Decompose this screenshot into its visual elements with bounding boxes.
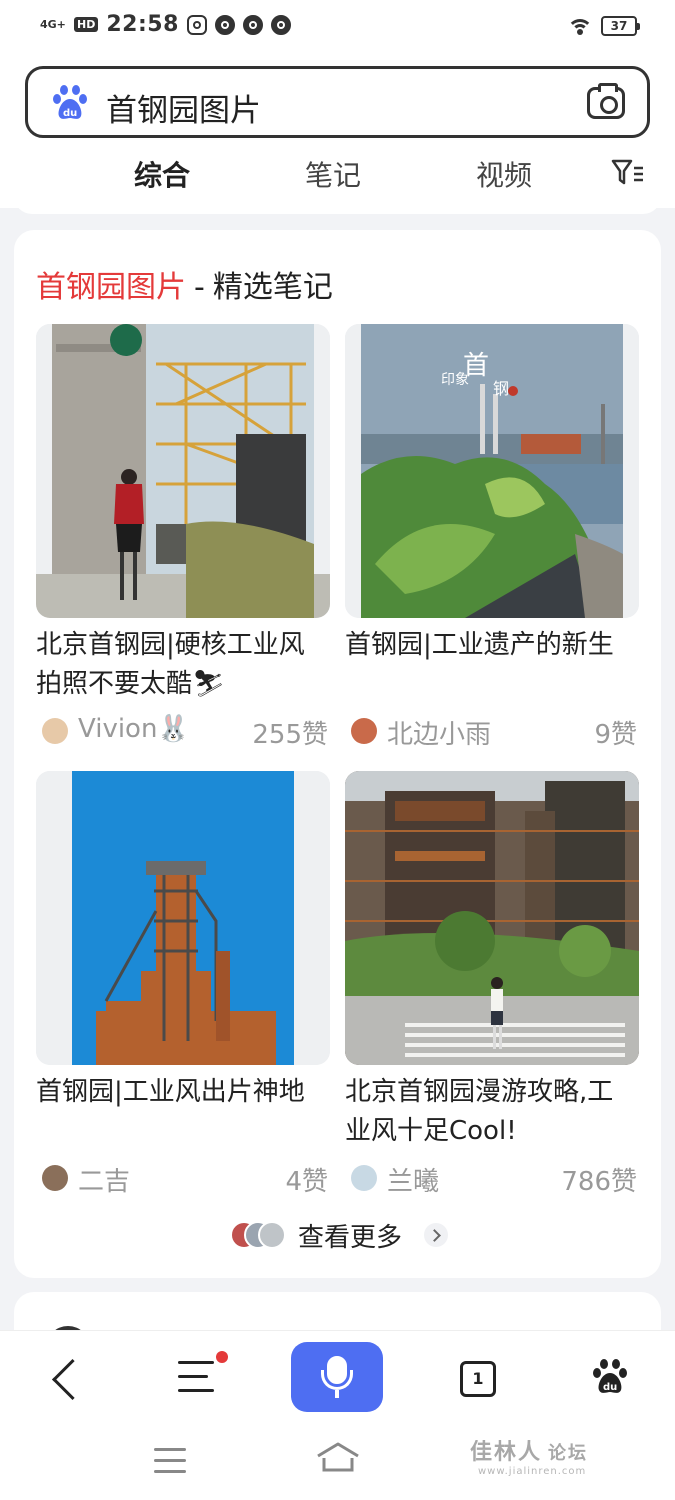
author-name[interactable]: 兰曦	[387, 1161, 439, 1198]
note-card[interactable]: 北京首钢园漫游攻略,工业风十足Cool! 兰曦 786赞	[345, 771, 639, 1198]
author-avatar[interactable]	[42, 1165, 68, 1191]
like-count: 9赞	[594, 720, 637, 750]
card-title[interactable]: 首钢园图片 - 精选笔记	[36, 262, 333, 306]
voice-search-button[interactable]	[291, 1342, 383, 1412]
chevron-right-icon	[424, 1223, 448, 1247]
tab-comprehensive[interactable]: 综合	[134, 154, 190, 194]
note-title[interactable]: 北京首钢园|硬核工业风拍照不要太酷⛷	[36, 626, 330, 704]
note-card[interactable]: 首钢园|工业风出片神地 二吉 4赞	[36, 771, 330, 1198]
author-name[interactable]: 北边小雨	[387, 714, 491, 751]
bottom-toolbar: 1 du	[0, 1330, 675, 1424]
camera-icon[interactable]	[587, 83, 625, 119]
search-icon	[214, 14, 235, 35]
note-meta: 二吉 4赞	[36, 1161, 330, 1198]
note-thumbnail[interactable]	[36, 324, 330, 618]
author-name[interactable]: 二吉	[78, 1161, 130, 1198]
card-title-keyword: 首钢园图片	[36, 270, 186, 305]
tab-videos[interactable]: 视频	[476, 154, 532, 194]
notification-dot	[216, 1351, 228, 1363]
view-more-label[interactable]: 查看更多	[298, 1217, 402, 1254]
system-nav-bar: 佳林人 论坛 www.jialinren.com	[0, 1424, 675, 1500]
search-query[interactable]: 首钢园图片	[106, 85, 261, 130]
watermark: 佳林人 论坛 www.jialinren.com	[470, 1440, 589, 1477]
svg-text:du: du	[603, 1382, 617, 1393]
wifi-icon	[569, 17, 591, 35]
recent-apps-icon[interactable]	[154, 1448, 186, 1474]
svg-text:du: du	[63, 108, 77, 119]
note-card[interactable]: 北京首钢园|硬核工业风拍照不要太酷⛷ Vivion🐰 255赞	[36, 324, 330, 750]
back-icon[interactable]	[50, 1359, 76, 1399]
note-title[interactable]: 北京首钢园漫游攻略,工业风十足Cool!	[345, 1073, 639, 1151]
compass-icon	[270, 14, 291, 35]
tabs-count-button[interactable]: 1	[460, 1361, 496, 1397]
baidu-paw-icon: du	[53, 85, 87, 119]
like-count: 255赞	[252, 720, 328, 750]
app-icon	[186, 14, 207, 35]
baidu-home-icon[interactable]: du	[590, 1357, 630, 1397]
network-indicator: 4G+	[40, 18, 66, 31]
author-avatar[interactable]	[351, 1165, 377, 1191]
note-thumbnail[interactable]	[36, 771, 330, 1065]
note-thumbnail[interactable]: 印象 首 钢	[345, 324, 639, 618]
svg-text:首: 首	[463, 351, 489, 381]
header: du 首钢园图片 综合 笔记 视频	[0, 54, 675, 208]
search-icon	[242, 14, 263, 35]
tab-notes[interactable]: 笔记	[305, 154, 361, 194]
menu-icon[interactable]	[178, 1361, 218, 1393]
status-bar: 4G+ HD 22:58 37	[0, 0, 675, 54]
previous-result-card	[14, 196, 661, 214]
battery-icon: 37	[601, 16, 640, 36]
note-title[interactable]: 首钢园|工业遗产的新生	[345, 626, 639, 704]
svg-text:钢: 钢	[493, 379, 509, 398]
card-title-separator: -	[194, 270, 205, 305]
like-count: 786赞	[561, 1167, 637, 1197]
filter-icon[interactable]	[611, 158, 645, 186]
search-box[interactable]: du 首钢园图片	[25, 66, 650, 138]
selected-notes-card: 首钢园图片 - 精选笔记 北京首钢园|硬核工业风拍照不要太酷⛷ Vivion🐰 …	[14, 230, 661, 1278]
note-title[interactable]: 首钢园|工业风出片神地	[36, 1073, 330, 1151]
view-more-button[interactable]: 查看更多	[14, 1215, 661, 1255]
author-avatars	[230, 1221, 288, 1249]
clock: 22:58	[106, 12, 179, 37]
note-meta: 北边小雨 9赞	[345, 714, 639, 751]
hd-badge: HD	[74, 17, 99, 32]
note-meta: Vivion🐰 255赞	[36, 714, 330, 750]
note-thumbnail[interactable]	[345, 771, 639, 1065]
note-meta: 兰曦 786赞	[345, 1161, 639, 1198]
like-count: 4赞	[285, 1167, 328, 1197]
card-title-text: 精选笔记	[212, 270, 333, 305]
home-icon[interactable]	[316, 1442, 360, 1472]
author-avatar[interactable]	[351, 718, 377, 744]
note-card[interactable]: 印象 首 钢 首钢园|工业遗产的新生 北边小雨 9赞	[345, 324, 639, 751]
author-name[interactable]: Vivion🐰	[78, 714, 190, 744]
author-avatar[interactable]	[42, 718, 68, 744]
